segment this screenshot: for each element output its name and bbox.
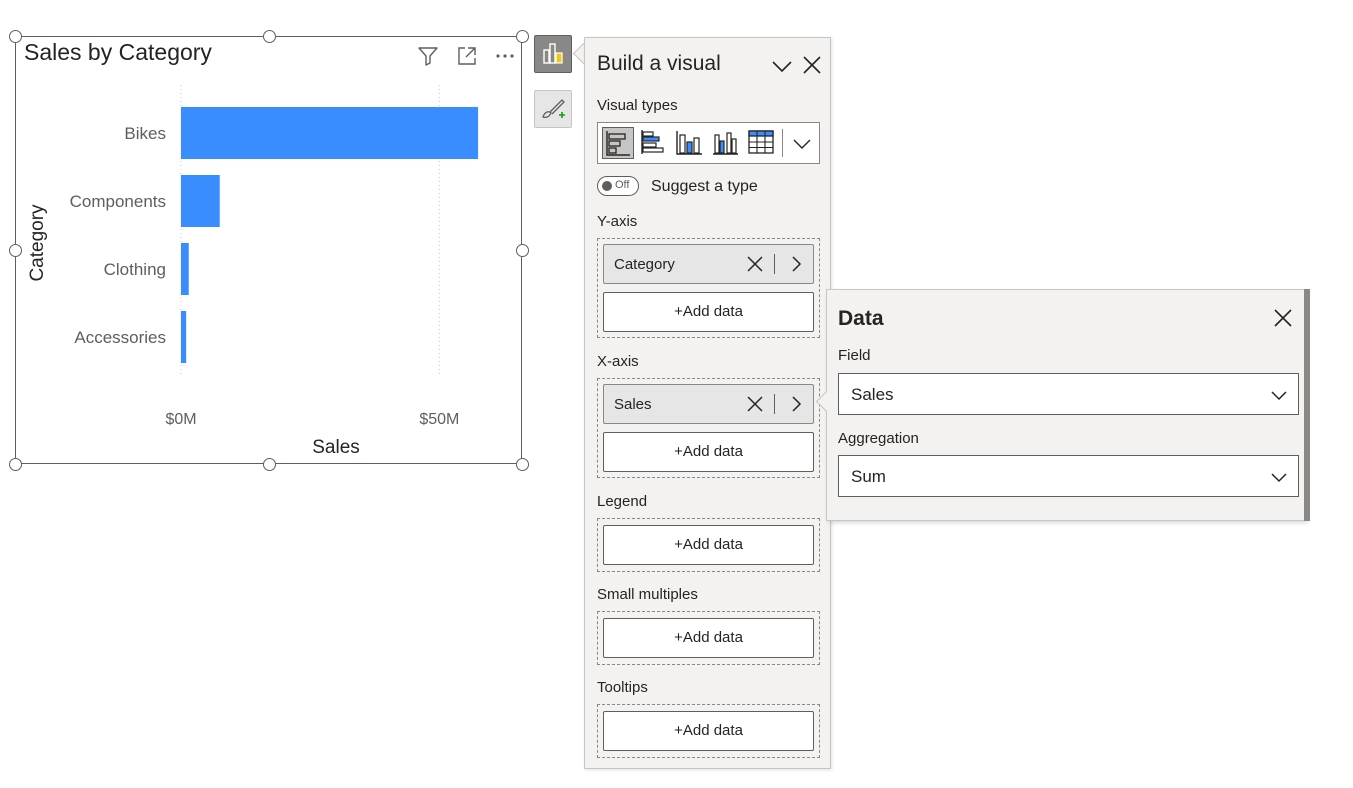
visual-type-clustered-column[interactable] [710,127,742,159]
resize-handle-top-right[interactable] [516,30,529,43]
x-axis-title: Sales [312,437,360,458]
visual-type-stacked-column[interactable] [674,127,706,159]
field-dropdown[interactable]: Sales [838,373,1299,415]
visual-type-stacked-bar[interactable] [602,127,634,159]
pane-title: Build a visual [597,52,721,75]
chevron-down-icon [1271,391,1287,401]
flyout-accent-bar [1304,289,1310,521]
resize-handle-bottom-left[interactable] [9,458,22,471]
x-axis-well: Sales +Add data [597,378,820,478]
visual-container[interactable]: Sales by Category Bikes Components Clothin… [15,36,522,464]
category-label: Bikes [124,124,166,143]
pill-divider [774,394,775,414]
y-axis-well: Category +Add data [597,238,820,338]
data-flyout-title: Data [838,307,884,330]
tooltips-well-label: Tooltips [597,679,648,696]
suggest-type-toggle[interactable]: Off [597,176,639,196]
bar-components[interactable] [181,175,220,227]
x-tick-label: $50M [419,411,459,428]
tooltips-well: +Add data [597,704,820,758]
chevron-right-icon[interactable] [787,255,805,273]
build-visual-pane: Build a visual Visual types Off Suggest … [584,37,831,769]
legend-well-label: Legend [597,493,648,510]
bar-clothing[interactable] [181,243,189,295]
chevron-down-icon[interactable] [771,55,793,77]
x-axis-well-label: X-axis [597,353,639,370]
visual-type-clustered-bar[interactable] [638,127,670,159]
chevron-right-icon[interactable] [787,395,805,413]
legend-well: +Add data [597,518,820,572]
resize-handle-left[interactable] [9,244,22,257]
x-tick-label: $0M [165,411,196,428]
legend-add-data-button[interactable]: +Add data [603,525,814,565]
category-label: Accessories [74,328,166,347]
data-flyout: Data Field Sales Aggregation Sum [826,289,1306,521]
build-visual-button[interactable] [534,35,572,73]
close-icon[interactable] [802,55,822,75]
visual-types-gallery [597,122,820,164]
close-icon[interactable] [1273,308,1293,328]
tooltips-add-data-button[interactable]: +Add data [603,711,814,751]
more-visual-types-chevron-icon[interactable] [792,134,812,154]
resize-handle-top[interactable] [263,30,276,43]
x-axis-field-pill[interactable]: Sales [603,384,814,424]
format-visual-button[interactable] [534,90,572,128]
chevron-down-icon [1271,473,1287,483]
bar-bikes[interactable] [181,107,479,159]
bar-chart: Bikes Components Clothing Accessories $0M $5… [27,85,479,458]
build-visual-icon [543,43,563,64]
aggregation-dropdown[interactable]: Sum [838,455,1299,497]
table-icon [748,130,774,154]
small-multiples-well: +Add data [597,611,820,665]
suggest-type-label: Suggest a type [651,178,758,195]
aggregation-dropdown-value: Sum [851,467,886,486]
category-label: Components [70,192,166,211]
aggregation-label: Aggregation [838,430,919,447]
visual-type-table[interactable] [746,127,778,159]
resize-handle-bottom-right[interactable] [516,458,529,471]
category-label: Clothing [104,260,166,279]
field-dropdown-value: Sales [851,385,894,404]
visual-types-label: Visual types [597,97,678,114]
clustered-bar-chart-icon [641,130,664,154]
y-axis-field-name: Category [614,256,675,273]
x-axis-field-name: Sales [614,396,652,413]
remove-field-icon[interactable] [745,254,765,274]
resize-handle-top-left[interactable] [9,30,22,43]
y-axis-title: Category [27,204,48,282]
y-axis-field-pill[interactable]: Category [603,244,814,284]
small-multiples-add-data-button[interactable]: +Add data [603,618,814,658]
toggle-knob [602,181,612,191]
paintbrush-icon [542,99,565,119]
y-axis-well-label: Y-axis [597,213,638,230]
stacked-column-chart-icon [676,131,702,155]
stacked-bar-chart-icon [606,131,630,156]
x-axis-add-data-button[interactable]: +Add data [603,432,814,472]
resize-handle-bottom[interactable] [263,458,276,471]
clustered-column-chart-icon [713,132,738,155]
gallery-divider [782,129,783,157]
y-axis-add-data-button[interactable]: +Add data [603,292,814,332]
remove-field-icon[interactable] [745,394,765,414]
bar-accessories[interactable] [181,311,187,363]
small-multiples-well-label: Small multiples [597,586,698,603]
toggle-state-text: Off [615,179,630,191]
pill-divider [774,254,775,274]
field-label: Field [838,347,871,364]
resize-handle-right[interactable] [516,244,529,257]
